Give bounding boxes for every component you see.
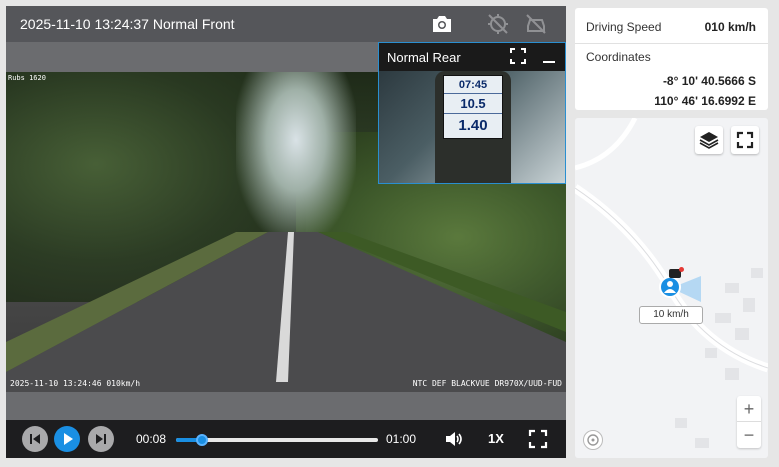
video-stamp-time: 2025-11-10 13:24:46 010km/h: [10, 379, 141, 388]
vehicle-marker[interactable]: [659, 276, 681, 298]
app-root: 2025-11-10 13:24:37 Normal Front Rubs 16…: [0, 0, 779, 467]
trip-info-card: Driving Speed 010 km/h Coordinates -8° 1…: [575, 8, 768, 110]
rear-video-pip[interactable]: Normal Rear 07:45 10.5 1.40: [378, 42, 566, 184]
play-icon: [64, 433, 73, 445]
zoom-out-button[interactable]: −: [737, 422, 761, 448]
video-player: 2025-11-10 13:24:37 Normal Front Rubs 16…: [6, 6, 566, 458]
speed-value: 010 km/h: [704, 20, 756, 34]
map-view[interactable]: 10 km/h + −: [575, 118, 768, 458]
video-stamp-device: NTC DEF BLACKVUE DR970X/UUD-FUD: [412, 379, 562, 388]
expand-icon[interactable]: [509, 47, 527, 65]
zoom-in-button[interactable]: +: [737, 396, 761, 422]
recording-dot-icon: [679, 267, 684, 272]
play-button[interactable]: [54, 426, 80, 452]
latitude-value: -8° 10' 40.5666 S: [662, 74, 756, 88]
car-off-icon[interactable]: [524, 12, 548, 36]
coordinates-label: Coordinates: [586, 50, 651, 64]
map-layers-button[interactable]: [695, 126, 723, 154]
map-zoom-control: + −: [737, 396, 761, 448]
rear-video-label: Normal Rear: [387, 50, 461, 65]
gps-row: 10.5: [444, 94, 502, 114]
gps-row: 1.40: [458, 117, 488, 134]
gps-device-screen: 07:45 10.5 1.40: [443, 75, 503, 139]
total-time: 01:00: [386, 432, 417, 446]
seek-bar[interactable]: [176, 434, 378, 446]
video-stamp-top: Rubs 1620: [8, 74, 46, 82]
gps-row: 07:45: [444, 76, 502, 94]
gps-off-icon[interactable]: [486, 12, 510, 36]
layers-icon: [699, 132, 719, 149]
compass-icon[interactable]: [583, 430, 603, 450]
video-sky: [236, 72, 356, 242]
compass-needle-icon: [587, 434, 599, 446]
previous-icon: [30, 434, 40, 444]
rear-video-header: Normal Rear: [379, 43, 565, 71]
playback-controls: 00:08 01:00 1X: [6, 420, 566, 458]
seek-handle[interactable]: [196, 434, 209, 446]
video-title: 2025-11-10 13:24:37 Normal Front: [20, 16, 235, 32]
vehicle-speed-tag: 10 km/h: [639, 306, 703, 324]
speed-row: Driving Speed 010 km/h: [575, 8, 768, 44]
current-time: 00:08: [136, 432, 167, 446]
fullscreen-icon[interactable]: [528, 429, 548, 449]
player-topbar: 2025-11-10 13:24:37 Normal Front: [6, 6, 566, 42]
minimize-icon[interactable]: [543, 61, 555, 63]
next-icon: [96, 434, 106, 444]
video-road: [6, 232, 566, 392]
rear-video-view: 07:45 10.5 1.40: [379, 71, 565, 183]
camera-icon[interactable]: [430, 12, 454, 36]
gps-device: 07:45 10.5 1.40: [435, 71, 511, 183]
longitude-value: 110° 46' 16.6992 E: [654, 94, 756, 108]
map-fullscreen-button[interactable]: [731, 126, 759, 154]
fullscreen-icon: [736, 131, 754, 149]
playback-speed-button[interactable]: 1X: [488, 431, 504, 446]
speed-label: Driving Speed: [586, 20, 662, 34]
previous-button[interactable]: [22, 426, 48, 452]
next-button[interactable]: [88, 426, 114, 452]
volume-icon[interactable]: [444, 429, 464, 449]
vehicle-icon: [664, 281, 676, 293]
